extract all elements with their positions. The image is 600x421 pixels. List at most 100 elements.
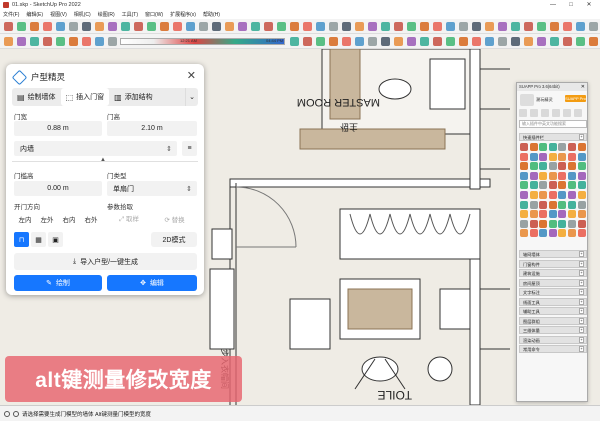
plugin-tool-icon[interactable] — [558, 219, 567, 228]
plugin-tool-icon[interactable] — [548, 210, 557, 219]
plugin-tool-icon[interactable] — [539, 219, 548, 228]
expand-icon[interactable]: + — [579, 279, 584, 286]
toolbar-tool-icon[interactable] — [498, 37, 507, 46]
suapp-section[interactable]: 三维体量 + — [519, 326, 587, 334]
plugin-tool-icon[interactable] — [539, 162, 548, 171]
direction-right-out[interactable]: 右外 — [80, 212, 102, 225]
suapp-section[interactable]: 图层群组 + — [519, 316, 587, 325]
suapp-section[interactable]: 轴网墙体 + — [519, 250, 587, 258]
close-icon[interactable]: ✕ — [187, 69, 196, 82]
menu-view[interactable]: 视图(V) — [50, 11, 67, 18]
suapp-section[interactable]: 建筑设施 + — [519, 269, 587, 277]
plugin-tool-icon[interactable] — [558, 200, 567, 209]
menu-file[interactable]: 文件(F) — [3, 11, 19, 18]
toolbar-tool-icon[interactable] — [17, 22, 26, 31]
toolbar-tool-icon[interactable] — [134, 22, 143, 31]
close-icon[interactable]: ✕ — [581, 83, 585, 91]
toolbar-tool-icon[interactable] — [394, 37, 403, 46]
toolbar-tool-icon[interactable] — [420, 22, 429, 31]
expand-icon[interactable]: + — [579, 270, 584, 276]
expand-icon[interactable]: + — [579, 317, 584, 324]
plugin-tool-icon[interactable] — [529, 152, 538, 161]
expand-icon[interactable]: + — [579, 289, 584, 295]
plugin-tool-icon[interactable] — [568, 181, 576, 190]
plugin-tool-icon[interactable] — [529, 171, 538, 180]
plugin-tool-icon[interactable] — [558, 143, 567, 151]
plugin-tool-icon[interactable] — [558, 191, 567, 199]
toolbar-tool-icon[interactable] — [550, 37, 559, 46]
toolbar-tool-icon[interactable] — [290, 22, 299, 31]
plugin-tool-icon[interactable] — [558, 152, 567, 161]
toolbar-tool-icon[interactable] — [212, 22, 221, 31]
toolbar-tool-icon[interactable] — [4, 22, 13, 31]
expand-icon[interactable]: + — [579, 336, 584, 343]
expand-icon[interactable]: + — [579, 251, 584, 257]
plugin-tool-icon[interactable] — [568, 143, 576, 151]
plugin-tool-icon[interactable] — [520, 219, 528, 228]
plugin-tool-icon[interactable] — [529, 191, 538, 199]
toolbar-tool-icon[interactable] — [537, 37, 546, 46]
plugin-tool-icon[interactable] — [539, 152, 548, 161]
menu-list-icon[interactable]: ≡ — [182, 141, 197, 156]
plugin-tool-icon[interactable] — [558, 171, 567, 180]
direction-left-out[interactable]: 左外 — [36, 212, 58, 225]
toolbar-tool-icon[interactable] — [420, 37, 429, 46]
toolbar-tool-icon[interactable] — [368, 22, 377, 31]
tab-add-structure[interactable]: ▥ 添加结构 — [109, 88, 158, 106]
plugin-tool-icon[interactable] — [548, 171, 557, 180]
plugin-tool-icon[interactable] — [577, 200, 586, 209]
expand-icon[interactable]: + — [579, 298, 584, 305]
plugin-tool-icon[interactable] — [520, 171, 528, 180]
plugin-tool-icon[interactable] — [548, 191, 557, 199]
toolbar-tool-icon[interactable] — [446, 37, 455, 46]
plugin-tool-icon[interactable] — [558, 181, 567, 190]
plugin-tool-icon[interactable] — [577, 152, 586, 161]
wall-type-select[interactable]: 内墙 ⇕ — [14, 141, 177, 156]
plugin-tool-icon[interactable] — [539, 143, 548, 151]
door-width-field[interactable]: 0.88 m — [14, 121, 102, 136]
plugin-tool-icon[interactable] — [520, 181, 528, 190]
avatar[interactable] — [520, 94, 534, 106]
draw-button[interactable]: ✎ 绘制 — [14, 275, 102, 291]
toolbar-tool-icon[interactable] — [446, 22, 455, 31]
toolbar-tool-icon[interactable] — [69, 22, 78, 31]
menu-camera[interactable]: 相机(C) — [74, 11, 91, 18]
toolbar-tool-icon[interactable] — [160, 22, 169, 31]
toolbar-tool-icon[interactable] — [524, 37, 533, 46]
suapp-section[interactable]: 门窗构件 + — [519, 259, 587, 268]
toolbar-tool-icon[interactable] — [56, 22, 65, 31]
toolbar-tool-icon[interactable] — [186, 22, 195, 31]
toolbar-tool-icon[interactable] — [82, 22, 91, 31]
toolbar-tool-icon[interactable] — [355, 22, 364, 31]
toolbar-tool-icon[interactable] — [199, 22, 208, 31]
toolbar-tool-icon[interactable] — [407, 22, 416, 31]
toolbar-tool-icon[interactable] — [563, 22, 572, 31]
plugin-tool-icon[interactable] — [577, 143, 586, 151]
window-icon[interactable]: ▦ — [31, 232, 46, 247]
menu-edit[interactable]: 编辑(E) — [26, 11, 43, 18]
plugin-tool-icon[interactable] — [539, 171, 548, 180]
plugin-tool-icon[interactable] — [548, 229, 557, 238]
expand-icon[interactable]: + — [579, 260, 584, 267]
plugin-tool-icon[interactable] — [520, 152, 528, 161]
suapp-section[interactable]: 常用命令 + — [519, 345, 587, 353]
toolbar-tool-icon[interactable] — [264, 22, 273, 31]
plugin-tool-icon[interactable] — [520, 229, 528, 238]
toolbar-tool-icon[interactable] — [316, 37, 325, 46]
tab-draw-wall[interactable]: ▤ 绘制墙体 — [12, 88, 61, 106]
suapp-search-input[interactable]: 输入插件中英文功能搜索 — [519, 120, 587, 128]
suapp-section[interactable]: 辅助工具 + — [519, 307, 587, 315]
menu-window[interactable]: 窗口(W) — [145, 11, 163, 18]
toolbar-tool-icon[interactable] — [485, 37, 494, 46]
plugin-tool-icon[interactable] — [568, 219, 576, 228]
menu-tools[interactable]: 工具(T) — [122, 11, 138, 18]
door-height-field[interactable]: 2.10 m — [107, 121, 197, 136]
toolbar-tool-icon[interactable] — [95, 22, 104, 31]
toolbar-tool-icon[interactable] — [576, 22, 585, 31]
toolbar-tool-icon[interactable] — [589, 37, 598, 46]
plugin-tool-icon[interactable] — [529, 200, 538, 209]
plugin-tool-icon[interactable] — [568, 152, 576, 161]
toolbar-tool-icon[interactable] — [472, 22, 481, 31]
toolbar-tool-icon[interactable] — [108, 37, 117, 46]
plugin-tool-icon[interactable] — [558, 210, 567, 219]
